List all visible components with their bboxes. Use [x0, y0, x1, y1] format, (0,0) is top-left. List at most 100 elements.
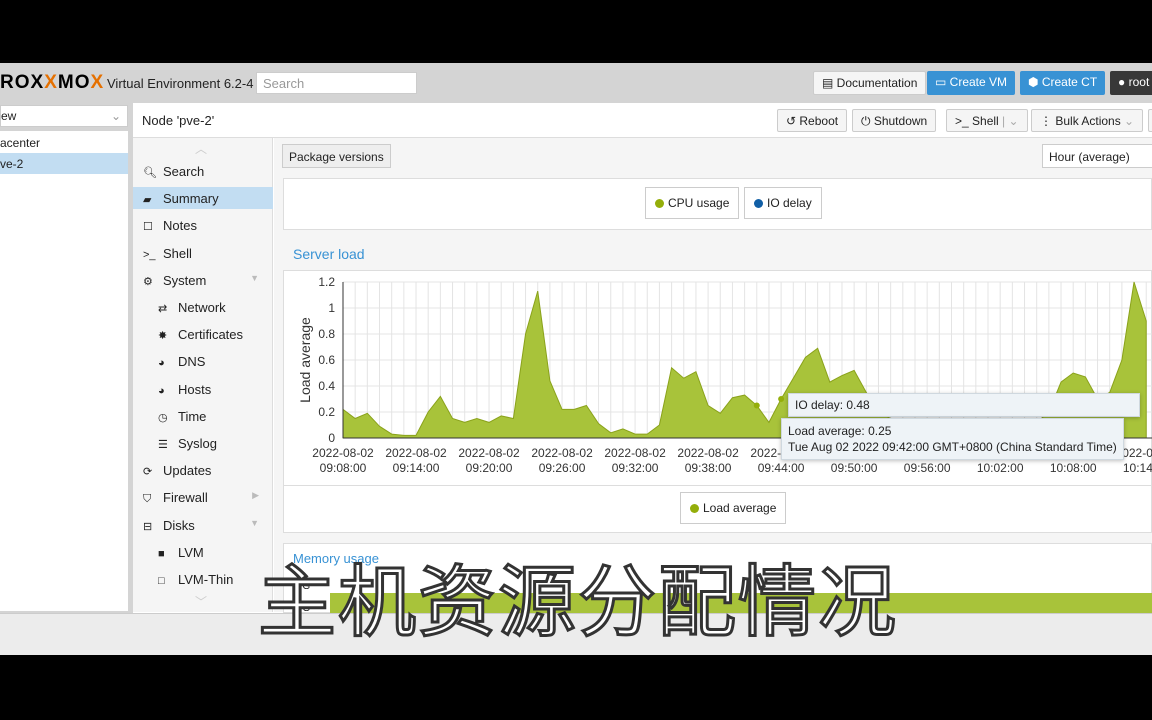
nav-item-shell[interactable]: >_ Shell	[133, 242, 273, 264]
nav-item-network[interactable]: ⇄ Network	[133, 296, 273, 318]
user-icon: ●	[1118, 75, 1129, 89]
x-tick-time: 10:02:00	[977, 461, 1024, 475]
ellipsis-icon: ⋮	[1040, 114, 1056, 128]
nav-item-summary[interactable]: ▰ Summary	[133, 187, 273, 210]
shell-button[interactable]: >_ Shell | ⌄	[946, 109, 1028, 132]
tooltip-io-delay: IO delay: 0.48	[788, 393, 1140, 417]
timeframe-select[interactable]: Hour (average)	[1042, 144, 1152, 168]
resource-tree	[0, 131, 128, 611]
data-point	[753, 402, 760, 409]
legend-io-delay[interactable]: IO delay	[744, 187, 822, 219]
x-tick-time: 09:44:00	[758, 461, 805, 475]
x-tick-date: 2022-08-02	[677, 446, 739, 460]
more-button[interactable]	[1148, 109, 1152, 132]
x-tick-date: 2022-08-02	[385, 446, 447, 460]
y-tick-label: 0	[328, 431, 335, 445]
shutdown-button[interactable]: ⏻ Shutdown	[852, 109, 937, 132]
legend-dot	[655, 199, 664, 208]
chevron-down-icon: ⌄	[110, 109, 121, 123]
nav-item-firewall[interactable]: ⛉ Firewall ▶	[133, 486, 273, 508]
create-ct-button[interactable]: ⬢ Create CT	[1020, 71, 1106, 95]
list-icon: ☰	[158, 439, 168, 451]
x-tick-date: 2022-08-02	[458, 446, 520, 460]
x-tick-time: 09:32:00	[612, 461, 659, 475]
x-tick-time: 09:50:00	[831, 461, 878, 475]
node-title: Node 'pve-2'	[142, 113, 215, 128]
y-tick-label: 1	[328, 301, 335, 315]
create-vm-button[interactable]: ▭ Create VM	[927, 71, 1016, 95]
x-tick-time: 10:14:00	[1123, 461, 1152, 475]
legend-dot	[754, 199, 763, 208]
nav-item-updates[interactable]: ⟳ Updates	[133, 459, 273, 481]
chevron-down-icon: | ⌄	[998, 114, 1019, 128]
nav-item-search[interactable]: 🔍︎ Search	[133, 160, 273, 182]
legend-load-average[interactable]: Load average	[680, 492, 787, 524]
version-label: Virtual Environment 6.2-4	[107, 76, 254, 91]
proxmox-logo: ROXXMOX	[0, 72, 105, 93]
server-load-title: Server load	[293, 246, 365, 262]
nav-item-notes[interactable]: ☐ Notes	[133, 214, 273, 236]
reboot-button[interactable]: ↺ Reboot	[777, 109, 848, 132]
x-tick-time: 09:14:00	[393, 461, 440, 475]
bulk-actions-button[interactable]: ⋮ Bulk Actions ⌄	[1031, 109, 1144, 132]
package-versions-button[interactable]: Package versions	[282, 144, 391, 168]
cube-icon: ⬢	[1028, 75, 1042, 89]
video-subtitle: 主机资源分配情况	[256, 557, 899, 650]
user-menu-button[interactable]: ● root	[1110, 71, 1152, 95]
server-load-header	[283, 237, 1152, 271]
legend-cpu-usage[interactable]: CPU usage	[645, 187, 740, 219]
search-icon: 🔍︎	[143, 167, 157, 179]
x-tick-time: 09:08:00	[320, 461, 367, 475]
x-tick-time: 10:08:00	[1050, 461, 1097, 475]
y-tick-label: 0.6	[318, 353, 335, 367]
y-axis-label: Load average	[297, 317, 313, 403]
global-search-input[interactable]: Search	[256, 72, 417, 94]
divider	[283, 485, 1152, 486]
scroll-up-icon[interactable]: ︿	[195, 140, 207, 157]
hdd-icon: ⊟	[143, 520, 153, 533]
x-tick-date: 2022-08-02	[531, 446, 593, 460]
x-tick-time: 09:26:00	[539, 461, 586, 475]
scroll-down-icon[interactable]: ﹀	[195, 593, 207, 610]
shield-icon: ⛉	[143, 493, 152, 506]
caret-down-icon: ▼	[250, 272, 259, 283]
x-tick-time: 09:38:00	[685, 461, 732, 475]
y-tick-label: 1.2	[318, 275, 335, 289]
nav-item-syslog[interactable]: ☰ Syslog	[133, 432, 273, 454]
x-tick-time: 09:56:00	[904, 461, 951, 475]
nav-item-lvm-thin[interactable]: □ LVM-Thin	[133, 568, 273, 590]
cogs-icon: ⚙	[143, 275, 153, 288]
tree-item-datacenter[interactable]: acenter	[0, 132, 128, 153]
y-tick-label: 0.4	[318, 379, 335, 393]
reboot-icon: ↺	[786, 114, 800, 128]
terminal-icon: >_	[143, 248, 156, 261]
nav-item-certificates[interactable]: ✸ Certificates	[133, 323, 273, 345]
refresh-icon: ⟳	[143, 466, 153, 479]
nav-item-lvm[interactable]: ■ LVM	[133, 541, 273, 563]
sticky-note-icon: ☐	[143, 221, 153, 234]
nav-item-system[interactable]: ⚙ System ▼	[133, 269, 273, 291]
nav-item-disks[interactable]: ⊟ Disks ▼	[133, 514, 273, 536]
chevron-down-icon: ⌄	[1120, 114, 1135, 128]
power-icon: ⏻	[861, 114, 874, 128]
monitor-icon: ▭	[935, 75, 950, 89]
square-o-icon: □	[158, 575, 165, 587]
nav-item-time[interactable]: ◷ Time	[133, 405, 273, 427]
view-selector[interactable]: ew ⌄	[0, 105, 128, 127]
tree-item-pve-2[interactable]: ve-2	[0, 153, 128, 174]
node-nav: ︿ 🔍︎ Search ▰ Summary ☐ Notes >_ Shell ⚙ System ▼ ⇄…	[133, 138, 273, 612]
data-point	[778, 396, 785, 402]
caret-down-icon: ▼	[250, 517, 259, 528]
globe-icon: ◕	[158, 357, 165, 370]
globe-icon: ◕	[158, 384, 165, 397]
nav-item-dns[interactable]: ◕ DNS	[133, 350, 273, 372]
y-tick-label: 0.2	[318, 405, 335, 419]
book-icon: ▰	[143, 194, 152, 207]
book-icon: ▤	[822, 76, 837, 90]
y-tick-label: 0.8	[318, 327, 335, 341]
square-icon: ■	[158, 547, 165, 560]
documentation-button[interactable]: ▤ Documentation	[813, 71, 927, 95]
nav-item-hosts[interactable]: ◕ Hosts	[133, 378, 273, 400]
tooltip-load-average: Load average: 0.25 Tue Aug 02 2022 09:42:…	[781, 418, 1124, 460]
terminal-icon: >_	[955, 114, 973, 128]
